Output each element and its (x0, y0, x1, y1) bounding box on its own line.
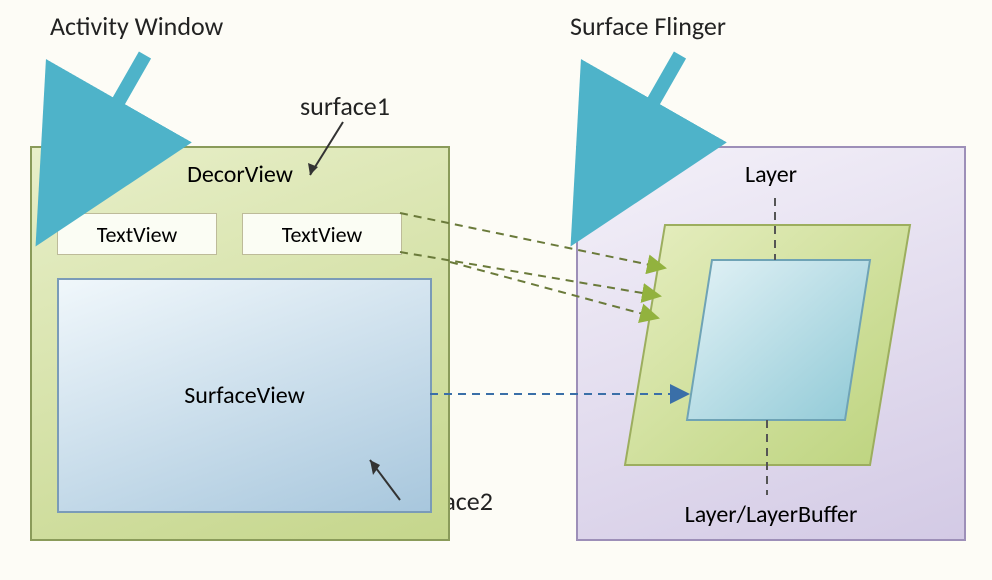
textview-box-2: TextView (242, 213, 402, 255)
arrow-surface-flinger (640, 55, 680, 125)
surface-flinger-container: Layer Layer/LayerBuffer (576, 146, 966, 541)
arrow-activity-window (105, 55, 145, 125)
surface-flinger-label: Surface Flinger (570, 10, 726, 42)
textview-box-1: TextView (57, 213, 217, 255)
textview2-text: TextView (282, 221, 362, 248)
activity-window-label: Activity Window (50, 10, 223, 42)
decorview-label: DecorView (187, 160, 293, 189)
surfaceview-box: SurfaceView (57, 278, 432, 513)
surface1-label: surface1 (300, 90, 390, 122)
textview1-text: TextView (97, 221, 177, 248)
activity-window-container: DecorView TextView TextView SurfaceView (30, 146, 450, 541)
surfaceview-text: SurfaceView (184, 381, 305, 410)
layer-label: Layer (745, 160, 797, 189)
layerbuffer-label: Layer/LayerBuffer (685, 500, 858, 529)
